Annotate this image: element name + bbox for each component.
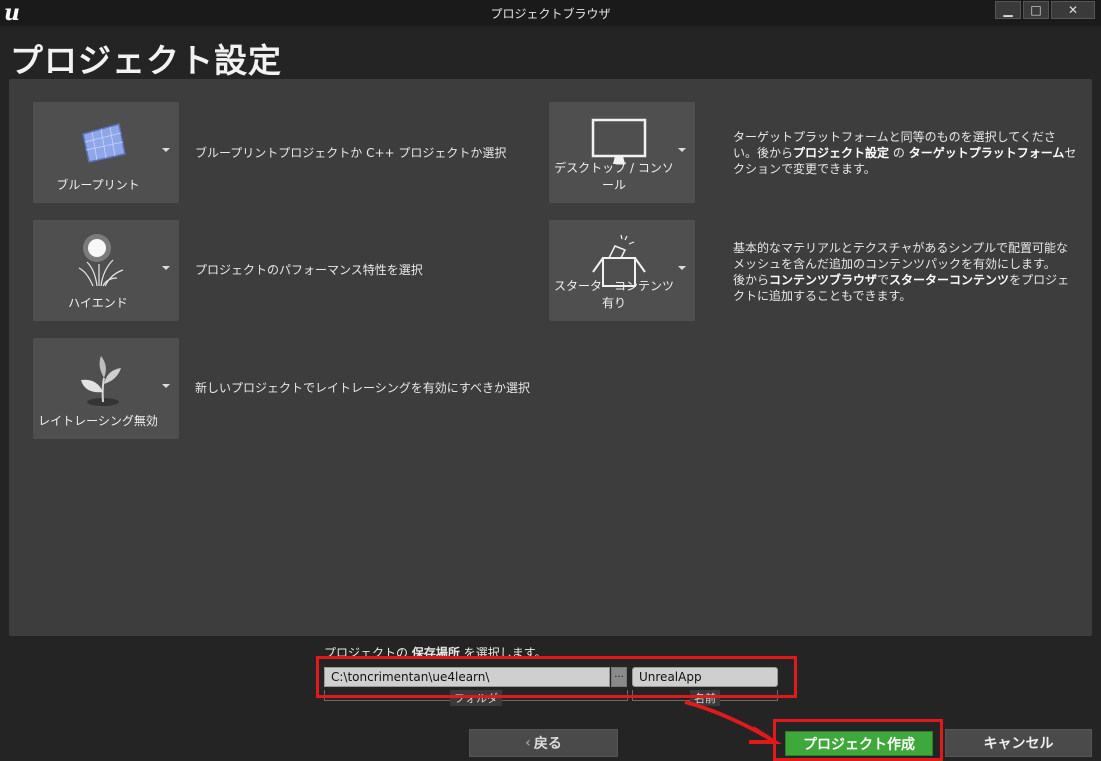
platform-dropdown[interactable]: デスクトップ / コンソール [549, 102, 695, 203]
starter-content-label: スターターコンテンツ有り [553, 279, 674, 310]
page-title: プロジェクト設定 [10, 41, 282, 80]
raytracing-dropdown[interactable]: レイトレーシング無効 [33, 338, 179, 439]
highlight-box-location [316, 656, 797, 698]
raytracing-label: レイトレーシング無効 [38, 414, 158, 428]
platform-label: デスクトップ / コンソール [554, 161, 674, 192]
window-controls: ▁ □ ✕ [995, 1, 1095, 19]
window-titlebar: u プロジェクトブラウザ ▁ □ ✕ [0, 0, 1101, 26]
chevron-down-icon [162, 266, 170, 270]
starter-content-dropdown[interactable]: スターターコンテンツ有り [549, 220, 695, 321]
chevron-down-icon [162, 148, 170, 152]
back-button[interactable]: ‹ 戻る [469, 729, 618, 757]
blueprint-label: ブループリント [56, 178, 140, 192]
quality-dropdown[interactable]: ハイエンド [33, 220, 179, 321]
back-button-label: 戻る [533, 736, 562, 752]
blueprint-icon [82, 123, 126, 163]
plant-icon [81, 356, 121, 406]
chevron-down-icon [678, 266, 686, 270]
settings-panel: ブループリント ブループリントプロジェクトか C++ プロジェクトか選択 ハイエ… [9, 79, 1092, 636]
chevron-down-icon [162, 384, 170, 388]
red-arrow-annotation [684, 700, 782, 744]
cancel-button[interactable]: キャンセル [945, 729, 1092, 757]
starter-content-description: 基本的なマテリアルとテクスチャがあるシンプルで配置可能なメッシュを含んだ追加のコ… [733, 241, 1070, 303]
close-button[interactable]: ✕ [1051, 1, 1095, 19]
chevron-down-icon [678, 148, 686, 152]
chevron-left-icon: ‹ [525, 735, 531, 751]
quality-description: プロジェクトのパフォーマンス特性を選択 [195, 263, 423, 277]
blueprint-description: ブループリントプロジェクトか C++ プロジェクトか選択 [195, 146, 507, 160]
window-title: プロジェクトブラウザ [490, 7, 611, 21]
minimize-button[interactable]: ▁ [995, 1, 1021, 19]
blueprint-dropdown[interactable]: ブループリント [33, 102, 179, 203]
high-end-icon [78, 234, 124, 287]
raytracing-description: 新しいプロジェクトでレイトレーシングを有効にすべきか選択 [195, 381, 531, 395]
platform-description: ターゲットプラットフォームと同等のものを選択してください。後からプロジェクト設定… [733, 130, 1077, 176]
create-project-button[interactable]: プロジェクト作成 [785, 731, 933, 756]
quality-label: ハイエンド [68, 296, 128, 310]
maximize-button[interactable]: □ [1023, 1, 1049, 19]
